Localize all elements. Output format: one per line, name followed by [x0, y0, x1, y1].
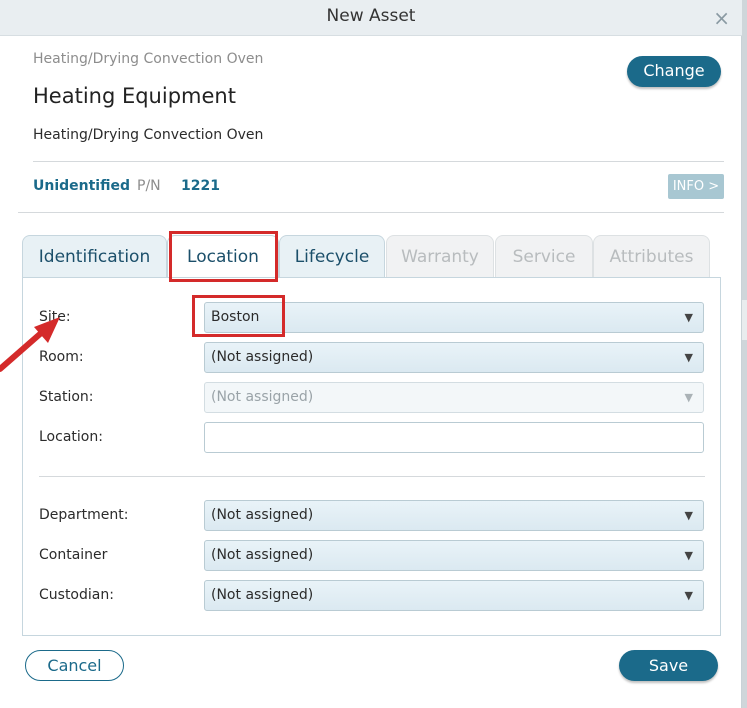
dialog-title: New Asset	[326, 6, 416, 26]
divider	[18, 212, 724, 213]
tab-lifecycle[interactable]: Lifecycle	[279, 235, 385, 278]
chevron-down-icon: ▼	[684, 311, 693, 324]
tab-warranty: Warranty	[386, 235, 494, 278]
department-value: (Not assigned)	[211, 507, 314, 523]
red-arrow-icon	[0, 317, 60, 372]
tab-service: Service	[495, 235, 593, 278]
status-label: Unidentified	[33, 178, 131, 194]
dialog-titlebar: New Asset ×	[0, 0, 742, 36]
chevron-down-icon: ▼	[684, 589, 693, 602]
backdrop-edge	[742, 0, 747, 708]
location-input[interactable]	[204, 422, 704, 453]
room-select[interactable]: (Not assigned) ▼	[204, 342, 704, 373]
location-label: Location:	[39, 429, 103, 445]
room-value: (Not assigned)	[211, 349, 314, 365]
chevron-down-icon: ▼	[684, 391, 693, 404]
chevron-down-icon: ▼	[684, 549, 693, 562]
new-asset-dialog: New Asset × Heating/Drying Convection Ov…	[0, 0, 742, 708]
custodian-label: Custodian:	[39, 587, 114, 603]
info-button[interactable]: INFO >	[668, 174, 724, 199]
chevron-down-icon: ▼	[684, 351, 693, 364]
part-number-label: P/N	[137, 178, 161, 194]
chevron-down-icon: ▼	[684, 509, 693, 522]
asset-name: Heating Equipment	[33, 84, 236, 108]
tab-identification[interactable]: Identification	[22, 235, 167, 278]
container-select[interactable]: (Not assigned) ▼	[204, 540, 704, 571]
container-label: Container	[39, 547, 108, 563]
custodian-select[interactable]: (Not assigned) ▼	[204, 580, 704, 611]
divider	[33, 161, 724, 162]
backdrop-fragment	[742, 300, 747, 340]
department-label: Department:	[39, 507, 129, 523]
station-select: (Not assigned) ▼	[204, 382, 704, 413]
cancel-button[interactable]: Cancel	[25, 650, 124, 681]
custodian-value: (Not assigned)	[211, 587, 314, 603]
highlight-box-location-tab	[169, 231, 278, 282]
station-value: (Not assigned)	[211, 389, 314, 405]
asset-category: Heating/Drying Convection Oven	[33, 51, 264, 67]
highlight-box-site	[192, 295, 285, 337]
part-number-value: 1221	[181, 178, 220, 194]
divider	[39, 476, 705, 477]
tab-attributes: Attributes	[593, 235, 710, 278]
asset-description: Heating/Drying Convection Oven	[33, 127, 264, 143]
station-label: Station:	[39, 389, 94, 405]
save-button[interactable]: Save	[619, 650, 718, 681]
change-button[interactable]: Change	[627, 56, 721, 87]
container-value: (Not assigned)	[211, 547, 314, 563]
department-select[interactable]: (Not assigned) ▼	[204, 500, 704, 531]
close-icon[interactable]: ×	[713, 6, 730, 30]
